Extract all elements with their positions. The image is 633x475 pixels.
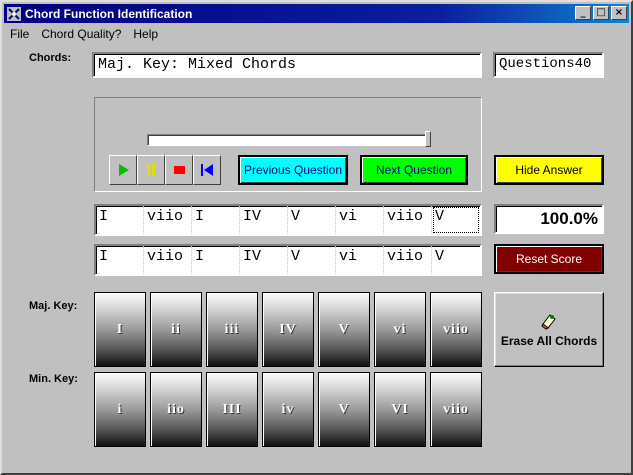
rewind-button[interactable] [193,155,221,185]
menu-chord-quality[interactable]: Chord Quality? [41,27,121,41]
answer-cell[interactable]: I [192,206,240,234]
minor-key-chords: i iio III iv V VI viio [94,372,486,447]
minor-chord-button[interactable]: iv [262,372,314,447]
minor-key-label: Min. Key: [29,373,78,385]
questions-field[interactable]: Questions40 [493,52,604,78]
score-display: 100.0% [494,204,604,234]
solution-cell: viio [144,246,192,274]
solution-row: I viio I IV V vi viio V [94,244,482,276]
next-question-button[interactable]: Next Question [360,155,468,185]
skip-back-icon [201,164,213,176]
major-chord-button[interactable]: viio [430,292,482,367]
minor-chord-button[interactable]: III [206,372,258,447]
solution-cell: V [435,248,445,265]
media-controls [109,155,221,185]
chords-field[interactable]: Maj. Key: Mixed Chords [92,52,482,78]
answer-row: I viio I IV V vi viio V [94,204,482,236]
major-chord-button[interactable]: V [318,292,370,367]
pause-icon [147,164,155,176]
major-key-chords: I ii iii IV V vi viio [94,292,486,367]
solution-cell: vi [336,246,384,274]
minor-chord-button[interactable]: viio [430,372,482,447]
maximize-button[interactable]: □ [593,6,609,20]
menu-file[interactable]: File [10,27,29,41]
app-icon[interactable] [7,6,21,21]
answer-cell[interactable]: I [96,206,144,234]
close-button[interactable]: × [611,6,627,20]
answer-cell[interactable]: viio [144,206,192,234]
menu-help[interactable]: Help [133,27,158,41]
play-icon [119,164,129,176]
minor-chord-button[interactable]: VI [374,372,426,447]
window-title: Chord Function Identification [25,6,193,21]
solution-cell: I [192,246,240,274]
major-chord-button[interactable]: IV [262,292,314,367]
stop-icon [174,166,185,174]
major-chord-button[interactable]: ii [150,292,202,367]
answer-cell[interactable]: IV [240,206,288,234]
answer-cell[interactable]: viio [384,206,432,234]
answer-cell-focused[interactable]: V [432,206,480,234]
progress-track[interactable] [147,134,429,146]
erase-all-label: Erase All Chords [500,333,598,348]
app-window: Chord Function Identification _ □ × File… [0,0,633,475]
solution-cell: I [96,246,144,274]
previous-question-button[interactable]: Previous Question [238,155,348,185]
solution-cell: IV [240,246,288,274]
minimize-button[interactable]: _ [575,6,591,20]
chords-label: Chords: [29,52,72,64]
minor-chord-button[interactable]: iio [150,372,202,447]
play-button[interactable] [109,155,137,185]
reset-score-button[interactable]: Reset Score [494,244,604,274]
eraser-icon [541,313,556,330]
solution-cell: viio [384,246,432,274]
hide-answer-button[interactable]: Hide Answer [494,155,604,185]
minor-chord-button[interactable]: i [94,372,146,447]
major-chord-button[interactable]: vi [374,292,426,367]
pause-button[interactable] [137,155,165,185]
major-chord-button[interactable]: iii [206,292,258,367]
erase-all-chords-button[interactable]: Erase All Chords [494,292,604,367]
menu-bar: File Chord Quality? Help [4,24,629,43]
answer-cell[interactable]: V [288,206,336,234]
title-bar[interactable]: Chord Function Identification _ □ × [4,4,629,23]
major-chord-button[interactable]: I [94,292,146,367]
stop-button[interactable] [165,155,193,185]
answer-cell[interactable]: vi [336,206,384,234]
major-key-label: Maj. Key: [29,300,78,312]
minor-chord-button[interactable]: V [318,372,370,447]
progress-thumb[interactable] [425,131,431,147]
solution-cell: V [288,246,336,274]
